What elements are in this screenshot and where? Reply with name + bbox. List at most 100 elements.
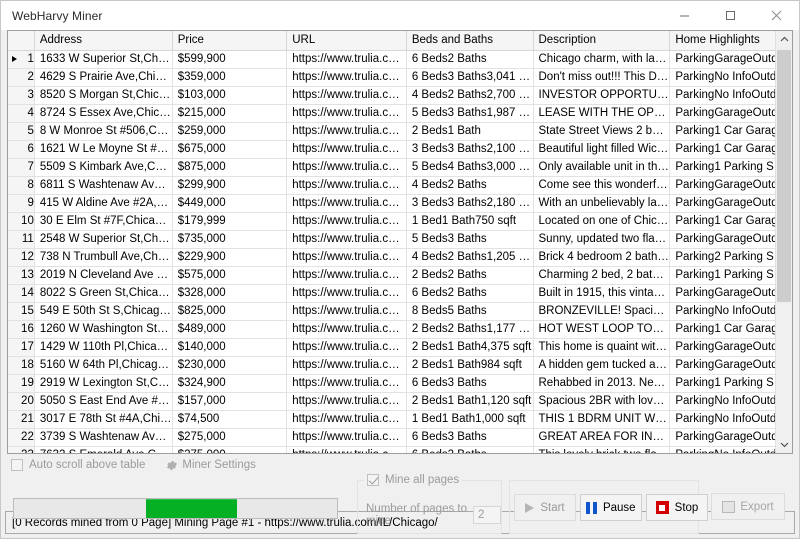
cell-description[interactable]: State Street Views 2 bed/1 ba...	[533, 122, 670, 140]
cell-address[interactable]: 3739 S Washtenaw Ave,Chic...	[34, 428, 172, 446]
cell-description[interactable]: Located on one of Chicago's fi...	[533, 212, 670, 230]
table-row[interactable]: 38520 S Morgan St,Chicago, IL...$103,000…	[8, 86, 792, 104]
cell-beds-and-baths[interactable]: 8 Beds5 Baths	[406, 302, 533, 320]
cell-beds-and-baths[interactable]: 6 Beds3 Baths3,041 sqft	[406, 68, 533, 86]
cell-description[interactable]: THIS 1 BDRM UNIT WITH DI...	[533, 410, 670, 428]
cell-description[interactable]: Spacious 2BR with lovely gree...	[533, 392, 670, 410]
cell-address[interactable]: 7632 S Emerald Ave,Chicago,...	[34, 446, 172, 454]
cell-beds-and-baths[interactable]: 2 Beds1 Bath984 sqft	[406, 356, 533, 374]
cell-home-highlights[interactable]: ParkingGarageOutdoorNo Info...	[670, 428, 792, 446]
row-number-cell[interactable]: 4	[8, 104, 34, 122]
cell-home-highlights[interactable]: ParkingGarageOutdoorPorchA...	[670, 176, 792, 194]
table-row[interactable]: 75509 S Kimbark Ave,Chicago,...$875,000h…	[8, 158, 792, 176]
column-header-address[interactable]: Address	[34, 31, 172, 50]
row-number-cell[interactable]: 15	[8, 302, 34, 320]
cell-home-highlights[interactable]: ParkingNo InfoOutdoorNo Info...	[670, 68, 792, 86]
cell-home-highlights[interactable]: ParkingNo InfoOutdoorNo Info...	[670, 410, 792, 428]
cell-price[interactable]: $179,999	[172, 212, 287, 230]
cell-address[interactable]: 30 E Elm St #7F,Chicago, IL 6...	[34, 212, 172, 230]
mine-all-pages-row[interactable]: Mine all pages	[364, 474, 462, 486]
cell-description[interactable]: Don't miss out!!! This Diamond...	[533, 68, 670, 86]
cell-home-highlights[interactable]: ParkingNo InfoOutdoorNo Info...	[670, 86, 792, 104]
table-row[interactable]: 148022 S Green St,Chicago, IL ...$328,00…	[8, 284, 792, 302]
cell-beds-and-baths[interactable]: 4 Beds2 Baths	[406, 176, 533, 194]
cell-price[interactable]: $103,000	[172, 86, 287, 104]
cell-address[interactable]: 8022 S Green St,Chicago, IL ...	[34, 284, 172, 302]
cell-home-highlights[interactable]: Parking1 Parking SpacesOutd...	[670, 374, 792, 392]
row-number-cell[interactable]: 19	[8, 374, 34, 392]
cell-url[interactable]: https://www.trulia.com/p/il/ch...	[287, 428, 407, 446]
cell-description[interactable]: Rehabbed in 2013. New Furn...	[533, 374, 670, 392]
cell-url[interactable]: https://www.trulia.com/p/il/ch...	[287, 248, 407, 266]
cell-beds-and-baths[interactable]: 6 Beds2 Baths	[406, 284, 533, 302]
cell-address[interactable]: 2919 W Lexington St,Chicago...	[34, 374, 172, 392]
table-row[interactable]: 48724 S Essex Ave,Chicago, IL...$215,000…	[8, 104, 792, 122]
close-icon[interactable]	[753, 1, 799, 30]
cell-url[interactable]: https://www.trulia.com/p/il/ch...	[287, 194, 407, 212]
table-row[interactable]: 12738 N Trumbull Ave,Chicago, ...$229,90…	[8, 248, 792, 266]
cell-beds-and-baths[interactable]: 6 Beds3 Baths	[406, 428, 533, 446]
miner-settings-button[interactable]: Miner Settings	[165, 459, 256, 472]
cell-home-highlights[interactable]: ParkingGarageOutdoorPatio, ...	[670, 230, 792, 248]
cell-address[interactable]: 1621 W Le Moyne St #1E,Chi...	[34, 140, 172, 158]
pages-to-mine-input[interactable]	[473, 506, 501, 524]
cell-price[interactable]: $825,000	[172, 302, 287, 320]
cell-url[interactable]: https://www.trulia.com/p/il/ch...	[287, 446, 407, 454]
table-row[interactable]: 9415 W Aldine Ave #2A,Chica...$449,000ht…	[8, 194, 792, 212]
cell-address[interactable]: 2019 N Cleveland Ave #1W,C...	[34, 266, 172, 284]
cell-description[interactable]: Come see this wonderful Multi ...	[533, 176, 670, 194]
cell-home-highlights[interactable]: ParkingNo InfoOutdoorNo Info...	[670, 302, 792, 320]
cell-url[interactable]: https://www.trulia.com/p/il/ch...	[287, 410, 407, 428]
table-row[interactable]: 61621 W Le Moyne St #1E,Chi...$675,000ht…	[8, 140, 792, 158]
cell-url[interactable]: https://www.trulia.com/p/il/ch...	[287, 374, 407, 392]
cell-description[interactable]: Built in 1915, this vintage Chic...	[533, 284, 670, 302]
cell-description[interactable]: GREAT AREA FOR INVESTM...	[533, 428, 670, 446]
row-number-cell[interactable]: 3	[8, 86, 34, 104]
cell-price[interactable]: $359,000	[172, 68, 287, 86]
cell-beds-and-baths[interactable]: 2 Beds1 Bath4,375 sqft	[406, 338, 533, 356]
row-number-cell[interactable]: 18	[8, 356, 34, 374]
row-number-cell[interactable]: 22	[8, 428, 34, 446]
row-number-cell[interactable]: 1	[8, 50, 34, 68]
table-row[interactable]: 161260 W Washington St #603,...$489,000h…	[8, 320, 792, 338]
cell-address[interactable]: 1260 W Washington St #603,...	[34, 320, 172, 338]
column-header-home-highlights[interactable]: Home Highlights	[670, 31, 792, 50]
cell-price[interactable]: $599,900	[172, 50, 287, 68]
cell-home-highlights[interactable]: Parking1 Car GarageOutdoorN...	[670, 212, 792, 230]
cell-price[interactable]: $259,000	[172, 122, 287, 140]
cell-address[interactable]: 1429 W 110th Pl,Chicago, IL ...	[34, 338, 172, 356]
cell-url[interactable]: https://www.trulia.com/p/il/ch...	[287, 284, 407, 302]
pause-button[interactable]: Pause	[580, 494, 642, 521]
table-row[interactable]: 112548 W Superior St,Chicago, I...$735,0…	[8, 230, 792, 248]
table-row[interactable]: 86811 S Washtenaw Ave,Chic...$299,900htt…	[8, 176, 792, 194]
cell-beds-and-baths[interactable]: 3 Beds3 Baths2,100 sqft	[406, 140, 533, 158]
row-number-cell[interactable]: 17	[8, 338, 34, 356]
cell-address[interactable]: 549 E 50th St S,Chicago, IL 6...	[34, 302, 172, 320]
cell-home-highlights[interactable]: Parking1 Car GarageOutdoorN...	[670, 122, 792, 140]
start-button[interactable]: Start	[514, 494, 576, 521]
cell-description[interactable]: Chicago charm, with large com...	[533, 50, 670, 68]
cell-beds-and-baths[interactable]: 4 Beds2 Baths1,205 sqft	[406, 248, 533, 266]
cell-address[interactable]: 1633 W Superior St,Chicago, I...	[34, 50, 172, 68]
vertical-scrollbar[interactable]	[775, 31, 792, 453]
data-grid[interactable]: Address Price URL Beds and Baths Descrip…	[7, 30, 793, 454]
row-number-cell[interactable]: 21	[8, 410, 34, 428]
row-number-cell[interactable]: 13	[8, 266, 34, 284]
cell-price[interactable]: $675,000	[172, 140, 287, 158]
table-row[interactable]: 11633 W Superior St,Chicago, I...$599,90…	[8, 50, 792, 68]
table-row[interactable]: 192919 W Lexington St,Chicago...$324,900…	[8, 374, 792, 392]
scroll-down-icon[interactable]	[776, 436, 793, 453]
auto-scroll-checkbox[interactable]	[11, 459, 23, 471]
cell-beds-and-baths[interactable]: 1 Bed1 Bath1,000 sqft	[406, 410, 533, 428]
cell-url[interactable]: https://www.trulia.com/p/il/ch...	[287, 68, 407, 86]
table-row[interactable]: 223739 S Washtenaw Ave,Chic...$275,000ht…	[8, 428, 792, 446]
cell-beds-and-baths[interactable]: 6 Beds2 Baths	[406, 446, 533, 454]
cell-url[interactable]: https://www.trulia.com/p/il/ch...	[287, 302, 407, 320]
cell-address[interactable]: 738 N Trumbull Ave,Chicago, ...	[34, 248, 172, 266]
cell-url[interactable]: https://www.trulia.com/p/il/ch...	[287, 356, 407, 374]
cell-description[interactable]: This home is quaint with all the...	[533, 338, 670, 356]
table-row[interactable]: 1030 E Elm St #7F,Chicago, IL 6...$179,9…	[8, 212, 792, 230]
cell-beds-and-baths[interactable]: 3 Beds3 Baths2,180 sqft	[406, 194, 533, 212]
cell-beds-and-baths[interactable]: 2 Beds2 Baths1,177 sqft	[406, 320, 533, 338]
cell-price[interactable]: $74,500	[172, 410, 287, 428]
